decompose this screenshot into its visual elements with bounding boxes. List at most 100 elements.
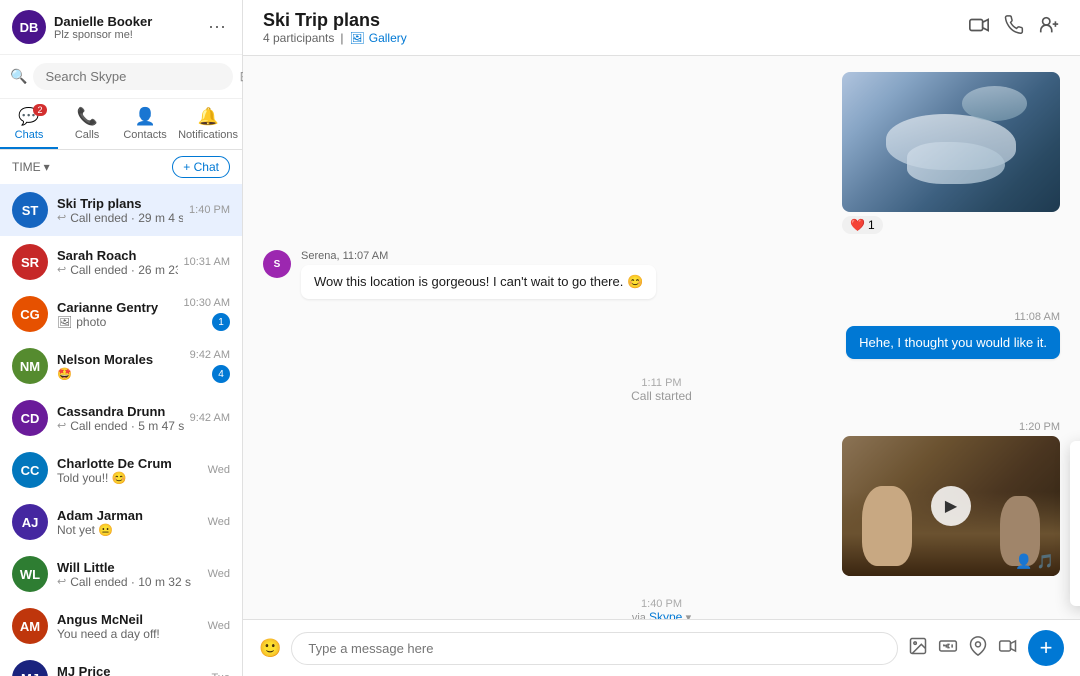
chat-item-time: 10:30 AM <box>184 297 230 309</box>
nav-tabs: 💬 Chats 2 📞 Calls 👤 Contacts 🔔 Notificat… <box>0 99 242 150</box>
video-footer: 👤 🎵 <box>1015 553 1054 570</box>
search-icon: 🔍 <box>10 68 27 85</box>
chat-item-time: 10:31 AM <box>184 256 230 268</box>
tab-contacts[interactable]: 👤 Contacts <box>116 99 174 149</box>
chat-item-content: Charlotte De Crum Told you!! 😊 <box>57 456 202 485</box>
add-button[interactable]: + <box>1028 630 1064 666</box>
sort-chevron-icon: ▾ <box>44 160 50 174</box>
reaction-row: ❤️ 1 <box>842 216 1060 234</box>
tab-contacts-label: Contacts <box>123 129 166 141</box>
list-item[interactable]: ST Ski Trip plans ↩ Call ended · 29 m 4 … <box>0 184 242 236</box>
chat-item-preview: Not yet 😐 <box>57 523 202 537</box>
new-chat-button[interactable]: + Chat <box>172 156 230 178</box>
list-item[interactable]: AJ Adam Jarman Not yet 😐 Wed <box>0 496 242 548</box>
chat-item-content: MJ Price Teehee! <box>57 664 205 676</box>
search-bar: 🔍 ⊞ <box>0 55 242 99</box>
context-forward[interactable]: Forward <box>1070 507 1080 540</box>
message-input[interactable] <box>291 632 898 665</box>
messages-area: ❤️ 1 S Serena, 11:07 AM Wow this locatio… <box>243 56 1080 619</box>
reaction-pill[interactable]: ❤️ 1 <box>842 216 883 234</box>
avatar: NM <box>12 348 48 384</box>
message-bubble-outgoing: Hehe, I thought you would like it. <box>846 326 1060 359</box>
chat-item-preview: You need a day off! <box>57 627 202 641</box>
chat-item-name: Sarah Roach <box>57 248 178 263</box>
call-icon: ↩ <box>57 575 66 588</box>
video-thumbnail[interactable]: ▶ 👤 🎵 <box>842 436 1060 576</box>
profile-info: Danielle Booker Plz sponsor me! <box>54 14 204 41</box>
gallery-link[interactable]: 🖼 Gallery <box>350 31 407 45</box>
chat-item-content: Angus McNeil You need a day off! <box>57 612 202 641</box>
chat-item-meta: 9:42 AM <box>190 412 230 424</box>
contacts-icon: 👤 <box>134 107 155 127</box>
list-item[interactable]: CG Carianne Gentry 🖼 photo 10:30 AM 1 <box>0 288 242 340</box>
chat-item-preview: Told you!! 😊 <box>57 471 202 485</box>
chat-item-name: Charlotte De Crum <box>57 456 202 471</box>
photo-icon: 🖼 <box>57 315 72 329</box>
emoji-button[interactable]: 🙂 <box>259 638 281 659</box>
tab-calls[interactable]: 📞 Calls <box>58 99 116 149</box>
chat-item-time: Wed <box>208 620 230 632</box>
avatar: CC <box>12 452 48 488</box>
message-time: 11:08 AM <box>846 311 1060 323</box>
profile-menu-button[interactable]: ⋯ <box>204 13 230 42</box>
list-item[interactable]: CC Charlotte De Crum Told you!! 😊 Wed <box>0 444 242 496</box>
gif-button[interactable] <box>938 636 958 661</box>
video-message-button[interactable] <box>998 636 1018 661</box>
profile-status: Plz sponsor me! <box>54 29 204 41</box>
search-input[interactable] <box>33 63 233 90</box>
list-item[interactable]: AM Angus McNeil You need a day off! Wed <box>0 600 242 652</box>
tab-chats[interactable]: 💬 Chats 2 <box>0 99 58 149</box>
tab-notifications-label: Notifications <box>178 129 238 141</box>
tab-chats-label: Chats <box>15 129 44 141</box>
chat-item-name: Carianne Gentry <box>57 300 178 315</box>
list-item[interactable]: SR Sarah Roach ↩ Call ended · 26 m 23 s … <box>0 236 242 288</box>
chats-badge: 2 <box>33 104 47 116</box>
call-icon: ↩ <box>57 263 66 276</box>
chat-item-name: Cassandra Drunn <box>57 404 184 419</box>
chat-item-content: Adam Jarman Not yet 😐 <box>57 508 202 537</box>
video-call-button[interactable] <box>968 14 990 41</box>
snow-photo[interactable] <box>842 72 1060 212</box>
call-icon: ↩ <box>57 211 66 224</box>
image-icon <box>908 636 928 661</box>
chat-item-name: Adam Jarman <box>57 508 202 523</box>
call-icon: ↩ <box>57 419 66 432</box>
list-item[interactable]: WL Will Little ↩ Call ended · 10 m 32 s … <box>0 548 242 600</box>
location-button[interactable] <box>968 636 988 661</box>
unread-badge: 4 <box>212 365 230 383</box>
chat-item-meta: 9:42 AM 4 <box>190 349 230 383</box>
add-participant-button[interactable] <box>1038 14 1060 41</box>
chat-item-preview: ↩ Call ended · 29 m 4 s <box>57 211 183 225</box>
list-item[interactable]: MJ MJ Price Teehee! Tue <box>0 652 242 676</box>
chat-item-meta: 10:31 AM <box>184 256 230 268</box>
chat-item-content: Cassandra Drunn ↩ Call ended · 5 m 47 s <box>57 404 184 433</box>
chat-item-time: Wed <box>208 464 230 476</box>
image-button[interactable] <box>908 636 928 661</box>
avatar: ST <box>12 192 48 228</box>
tab-calls-label: Calls <box>75 129 99 141</box>
chat-item-preview: 🖼 photo <box>57 315 178 329</box>
context-save-downloads[interactable]: Save to 'Downloads' <box>1070 441 1080 474</box>
video-play-button[interactable]: ▶ <box>931 486 971 526</box>
context-select-messages[interactable]: Select Messages <box>1070 540 1080 573</box>
chat-item-time: Tue <box>211 672 230 676</box>
call-ended-time: 1:40 PM <box>263 598 1060 610</box>
list-item[interactable]: CD Cassandra Drunn ↩ Call ended · 5 m 47… <box>0 392 242 444</box>
gallery-icon: 🖼 <box>350 31 365 45</box>
tab-notifications[interactable]: 🔔 Notifications <box>174 99 242 149</box>
avatar: CD <box>12 400 48 436</box>
list-item[interactable]: NM Nelson Morales 🤩 9:42 AM 4 <box>0 340 242 392</box>
profile-avatar: DB <box>12 10 46 44</box>
context-save-as[interactable]: Save as... <box>1070 474 1080 507</box>
context-remove[interactable]: Remove <box>1070 573 1080 606</box>
chat-item-time: 9:42 AM <box>190 412 230 424</box>
video-message-icon <box>998 636 1018 661</box>
chat-item-time: 1:40 PM <box>189 204 230 216</box>
avatar: AJ <box>12 504 48 540</box>
video-message: 1:20 PM ▶ 👤 🎵 Save to ' <box>263 421 1060 576</box>
video-time: 1:20 PM <box>842 421 1060 433</box>
skype-link[interactable]: Skype <box>649 610 682 619</box>
audio-call-button[interactable] <box>1004 15 1024 40</box>
chat-header-info: Ski Trip plans 4 participants | 🖼 Galler… <box>263 10 968 45</box>
sort-button[interactable]: TIME ▾ <box>12 160 50 174</box>
